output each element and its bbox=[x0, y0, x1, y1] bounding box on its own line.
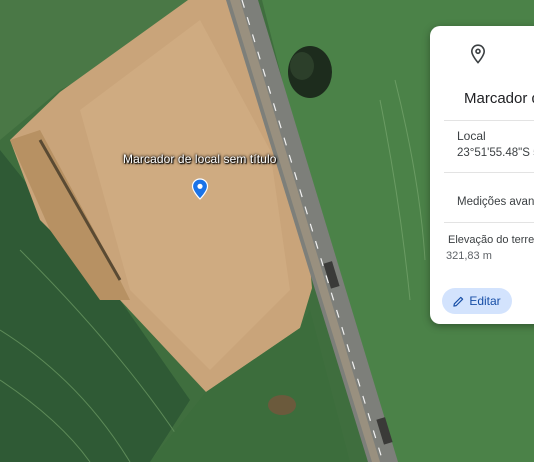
divider bbox=[444, 222, 534, 223]
edit-label: Editar bbox=[469, 294, 501, 308]
panel-title: Marcador d bbox=[464, 90, 534, 107]
location-outline-icon bbox=[470, 44, 486, 64]
location-pin-icon[interactable] bbox=[191, 178, 209, 200]
coordinates-value[interactable]: 23°51'55.48"S 5 bbox=[457, 147, 534, 159]
place-details-panel: Marcador d Local 23°51'55.48"S 5 Mediçõe… bbox=[430, 26, 534, 324]
elevation-label: Elevação do terre bbox=[448, 234, 534, 246]
marker-label[interactable]: Marcador de local sem título bbox=[123, 152, 277, 166]
local-label: Local bbox=[457, 129, 486, 143]
pencil-icon bbox=[453, 296, 464, 307]
measurements-button[interactable]: Medições avanç bbox=[457, 196, 534, 208]
divider bbox=[444, 172, 534, 173]
edit-button[interactable]: Editar bbox=[442, 288, 512, 314]
tree-highlight bbox=[290, 52, 314, 80]
elevation-value: 321,83 m bbox=[446, 250, 492, 262]
divider bbox=[444, 120, 534, 121]
pond bbox=[268, 395, 296, 415]
